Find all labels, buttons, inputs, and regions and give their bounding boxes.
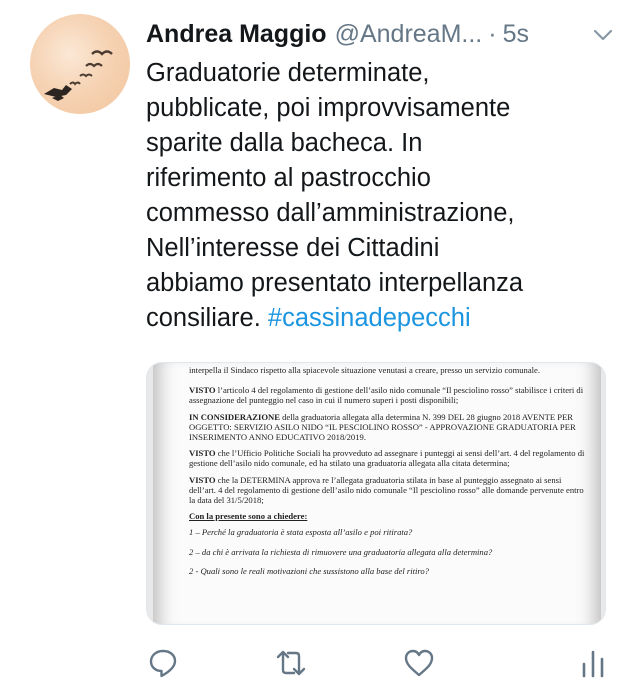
chevron-down-icon[interactable] (590, 22, 616, 48)
doc-paragraph-visto-3: VISTO che la DETERMINA approva re l’alle… (189, 475, 587, 506)
doc-label: VISTO (189, 385, 216, 396)
doc-label: IN CONSIDERAZIONE (189, 411, 280, 422)
author-handle[interactable]: @AndreaM... (335, 20, 483, 49)
tweet-media-image[interactable]: interpella il Sindaco rispetto alla spia… (146, 362, 606, 625)
doc-intro: interpella il Sindaco rispetto alla spia… (189, 365, 541, 375)
tweet-text-line: sparite dalla bacheca. In (146, 129, 423, 157)
doc-paragraph-considerazione: IN CONSIDERAZIONE della graduatoria alle… (189, 412, 587, 443)
avatar-birds-image (44, 50, 113, 101)
tweet-text-line: Graduatorie determinate, (146, 59, 430, 87)
hashtag-link[interactable]: #cassinadepecchi (268, 304, 471, 332)
doc-heading: Con la presente sono a chiedere: (189, 511, 308, 522)
retweet-icon[interactable] (274, 646, 308, 680)
tweet-text: Graduatorie determinate, pubblicate, poi… (146, 56, 616, 336)
tweet-text-last-line: consiliare. #cassinadepecchi (146, 301, 616, 336)
author-name[interactable]: Andrea Maggio (146, 20, 327, 49)
tweet-text-line: commesso dall’amministrazione, (146, 199, 515, 227)
doc-label: VISTO (189, 474, 216, 485)
meta-separator: · (488, 19, 497, 48)
heart-icon[interactable] (402, 646, 436, 680)
tweet-text-line: consiliare. (146, 304, 261, 332)
doc-question: 2 – da chi è arrivata la richiesta di ri… (189, 546, 493, 557)
doc-text: l’articolo 4 del regolamento di gestione… (189, 385, 584, 406)
tweet-text-line: pubblicate, poi improvvisamente (146, 94, 511, 122)
doc-question: 2 - Quali sono le reali motivazioni che … (189, 565, 429, 576)
tweet-text-line: Nell’interesse dei Cittadini (146, 234, 440, 262)
tweet-text-line: abbiamo presentato interpellanza (146, 269, 524, 297)
doc-text: che la DETERMINA approva re l’allegata g… (189, 474, 584, 506)
tweet-actions (146, 646, 616, 680)
document-photo: interpella il Sindaco rispetto alla spia… (153, 363, 601, 624)
tweet-text-line: riferimento al pastrocchio (146, 164, 431, 192)
doc-text: che l’Ufficio Politiche Sociali ha provv… (189, 448, 585, 469)
avatar[interactable] (30, 14, 130, 114)
doc-paragraph-visto-2: VISTO che l’Ufficio Politiche Sociali ha… (189, 448, 587, 468)
doc-label: VISTO (189, 448, 216, 459)
tweet-timestamp[interactable]: 5s (503, 20, 529, 49)
reply-icon[interactable] (146, 646, 180, 680)
analytics-icon[interactable] (576, 646, 610, 680)
doc-paragraph-visto-1: VISTO l’articolo 4 del regolamento di ge… (189, 385, 587, 405)
doc-question: 1 – Perché la graduatoria è stata espost… (189, 527, 413, 538)
tweet-header: Andrea Maggio @AndreaM... · 5s (146, 16, 616, 52)
